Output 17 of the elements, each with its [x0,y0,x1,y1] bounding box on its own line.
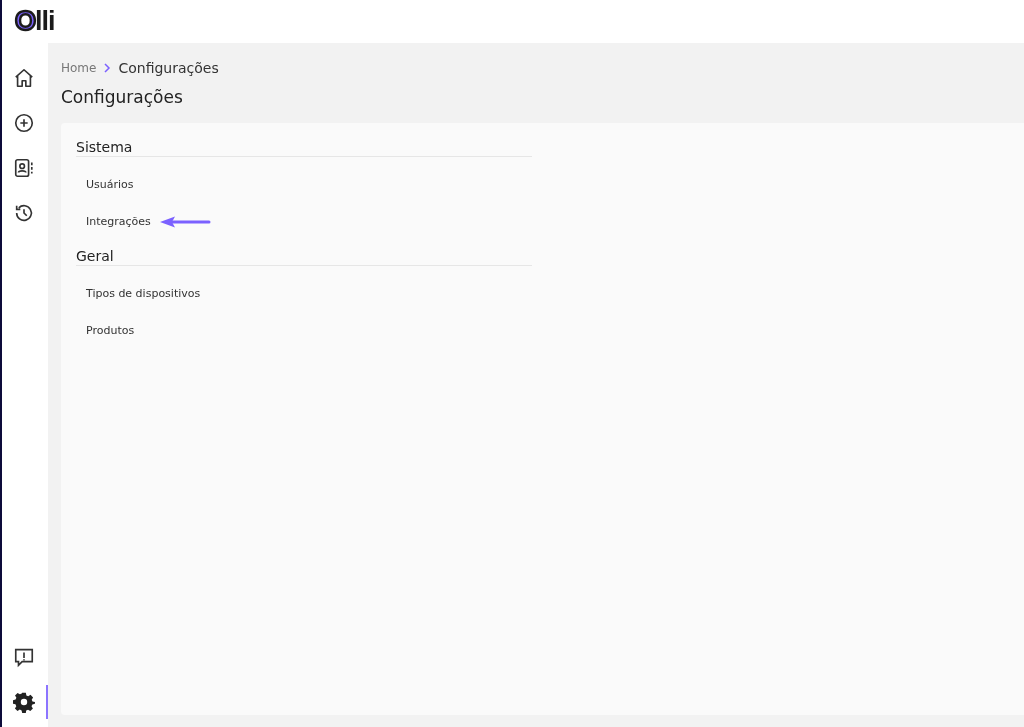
section-heading: Sistema [76,139,532,157]
section-heading: Geral [76,248,532,266]
home-icon [13,67,35,89]
feedback-icon [13,646,35,668]
page-title: Configurações [61,87,184,107]
contact-card-icon [13,157,35,179]
settings-icon [13,691,35,713]
settings-link[interactable]: Usuários [86,178,134,191]
settings-link[interactable]: Integrações [86,215,151,228]
breadcrumb-current: Configurações [118,60,219,76]
settings-link[interactable]: Tipos de dispositivos [86,287,201,300]
logo: Olli [15,8,55,35]
settings-link[interactable]: Produtos [86,324,135,337]
history-icon [13,202,35,224]
add-icon [13,112,35,134]
chevron-right-icon [103,63,112,73]
breadcrumb-link[interactable]: Home [61,61,97,75]
